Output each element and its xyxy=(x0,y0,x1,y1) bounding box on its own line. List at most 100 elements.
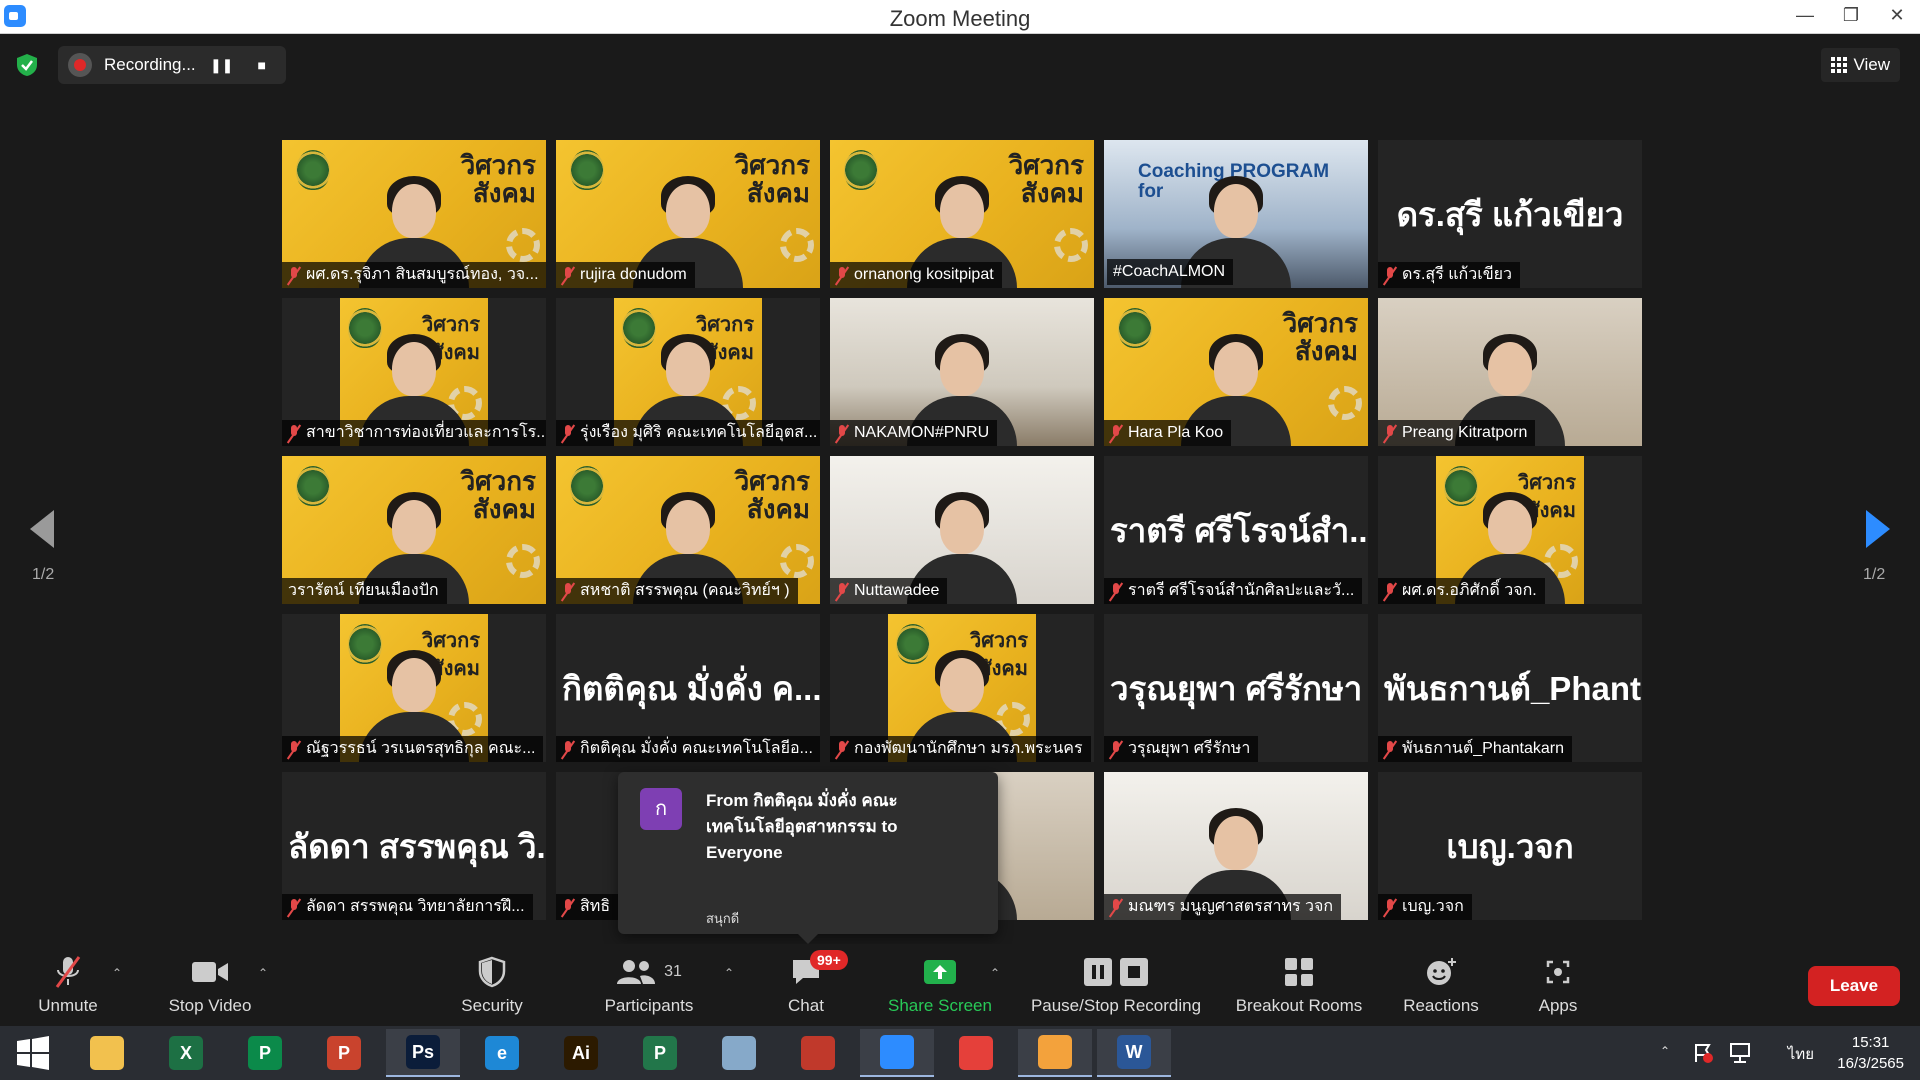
participant-tile[interactable]: วรุณยุพา ศรีรักษา วรุณยุพา ศรีรักษา xyxy=(1104,614,1368,762)
windows-start-button[interactable] xyxy=(0,1029,66,1077)
apps-icon xyxy=(1546,960,1570,984)
participant-tile[interactable]: ราตรี ศรีโรจน์สำ... ราตรี ศรีโรจน์สำนักศิ… xyxy=(1104,456,1368,604)
slides-icon xyxy=(1038,1035,1072,1069)
taskbar-app[interactable] xyxy=(939,1029,1013,1077)
pause-recording-icon[interactable]: ❚❚ xyxy=(208,57,236,74)
taskbar-app[interactable]: Ai xyxy=(544,1029,618,1077)
network-icon[interactable] xyxy=(1728,1042,1752,1064)
unmute-button[interactable]: Unmute xyxy=(24,952,112,1022)
input-language-indicator[interactable]: ไทย xyxy=(1788,1042,1814,1066)
project-icon: P xyxy=(643,1036,677,1070)
taskbar-app[interactable]: W xyxy=(1097,1029,1171,1077)
leave-meeting-button[interactable]: Leave xyxy=(1808,966,1900,1006)
participant-name: เบญ.วจก xyxy=(1402,898,1464,915)
taskbar-app[interactable] xyxy=(1018,1029,1092,1077)
clock-date: 16/3/2565 xyxy=(1837,1055,1904,1072)
security-button[interactable]: Security xyxy=(452,952,532,1022)
close-button[interactable]: ✕ xyxy=(1874,0,1920,33)
participant-name: มณฑร มนูญศาสตรสาทร วจก xyxy=(1128,898,1334,915)
taskbar-app[interactable]: P xyxy=(623,1029,697,1077)
participant-tile[interactable]: เบญ.วจก เบญ.วจก xyxy=(1378,772,1642,920)
stop-video-button[interactable]: Stop Video xyxy=(160,952,260,1022)
participant-name-tag: เบญ.วจก xyxy=(1378,894,1472,920)
minimize-button[interactable]: — xyxy=(1782,0,1828,33)
chat-notification-popup[interactable]: ก From กิตติคุณ มั่งคั่ง คณะเทคโนโลยีอุต… xyxy=(618,772,998,944)
taskbar-app[interactable] xyxy=(860,1029,934,1077)
page-indicator-right: 1/2 xyxy=(1863,566,1886,583)
pause-stop-recording-button[interactable]: Pause/Stop Recording xyxy=(1022,952,1210,1022)
participant-tile[interactable]: Coaching PROGRAM for #CoachALMON xyxy=(1104,140,1368,288)
taskbar-app[interactable] xyxy=(781,1029,855,1077)
participants-button[interactable]: 31 Participants xyxy=(596,952,702,1022)
zoom-icon xyxy=(880,1035,914,1069)
view-button[interactable]: View xyxy=(1821,48,1900,82)
mic-muted-icon xyxy=(562,898,574,916)
participant-name-tag: ณัฐวรรธน์ วรเนตรสุทธิกุล คณะ... xyxy=(282,736,544,762)
restore-button[interactable]: ❐ xyxy=(1828,0,1874,33)
meeting-info-bar: Recording... ❚❚ ■ xyxy=(14,46,286,84)
taskbar-clock[interactable]: 15:31 16/3/2565 xyxy=(1837,1032,1904,1074)
show-hidden-icons-caret-icon[interactable]: ⌃ xyxy=(1660,1044,1670,1058)
gear-decoration-icon xyxy=(1054,228,1088,262)
participant-tile[interactable]: วิศวกร สังคม วรารัตน์ เทียนเมืองปัก xyxy=(282,456,546,604)
share-screen-button[interactable]: Share Screen xyxy=(880,952,1000,1022)
taskbar-app[interactable]: P xyxy=(228,1029,302,1077)
taskbar-app[interactable]: e xyxy=(465,1029,539,1077)
chat-sender-avatar: ก xyxy=(640,788,682,830)
chat-label: Chat xyxy=(788,996,824,1015)
share-options-caret-icon[interactable]: ⌃ xyxy=(990,966,1000,980)
university-crest-icon xyxy=(1118,308,1152,348)
participant-tile[interactable]: วิศวกร สังคม ผศ.ดร.รุจิภา สินสมบูรณ์ทอง, … xyxy=(282,140,546,288)
university-crest-icon xyxy=(296,150,330,190)
participant-tile[interactable]: วิศวกร สังคม ผศ.ดร.อภิศักดิ์ วจก. xyxy=(1378,456,1642,604)
video-options-caret-icon[interactable]: ⌃ xyxy=(258,966,268,980)
taskbar-app[interactable]: P xyxy=(307,1029,381,1077)
breakout-rooms-button[interactable]: Breakout Rooms xyxy=(1230,952,1368,1022)
mic-muted-icon xyxy=(1110,898,1122,916)
participant-tile[interactable]: กิตติคุณ มั่งคั่ง ค... กิตติคุณ มั่งคั่ง … xyxy=(556,614,820,762)
stop-recording-icon[interactable]: ■ xyxy=(248,57,276,73)
participant-name: รุ่งเรือง มุศิริ คณะเทคโนโลยีอุตส... xyxy=(580,424,818,441)
previous-page-arrow-icon[interactable] xyxy=(22,504,62,554)
participant-tile[interactable]: ดร.สุรี แก้วเขียว ดร.สุรี แก้วเขียว xyxy=(1378,140,1642,288)
participant-tile[interactable]: พันธกานต์_Phant... พันธกานต์_Phantakarn xyxy=(1378,614,1642,762)
taskbar-app[interactable] xyxy=(702,1029,776,1077)
action-center-flag-icon[interactable] xyxy=(1692,1042,1714,1064)
participant-display-name: ลัดดา สรรพคุณ วิ... xyxy=(288,828,546,865)
participant-tile[interactable]: Preang Kitratporn xyxy=(1378,298,1642,446)
participant-tile[interactable]: ลัดดา สรรพคุณ วิ... ลัดดา สรรพคุณ วิทยาลั… xyxy=(282,772,546,920)
participant-tile[interactable]: มณฑร มนูญศาสตรสาทร วจก xyxy=(1104,772,1368,920)
mic-muted-icon xyxy=(562,266,574,284)
participant-tile[interactable]: วิศวกร สังคม rujira donudom xyxy=(556,140,820,288)
participant-tile[interactable]: วิศวกร สังคม Hara Pla Koo xyxy=(1104,298,1368,446)
participant-display-name: พันธกานต์_Phant... xyxy=(1384,670,1642,707)
reactions-button[interactable]: Reactions xyxy=(1396,952,1486,1022)
taskbar-app[interactable]: Ps xyxy=(386,1029,460,1077)
participant-name-tag: มณฑร มนูญศาสตรสาทร วจก xyxy=(1104,894,1342,920)
mic-muted-icon xyxy=(1384,582,1396,600)
apps-button[interactable]: Apps xyxy=(1528,952,1588,1022)
participant-tile[interactable]: วิศวกร สังคม ornanong kositpipat xyxy=(830,140,1094,288)
participant-tile[interactable]: วิศวกร สังคม รุ่งเรือง มุศิริ คณะเทคโนโลย… xyxy=(556,298,820,446)
taskbar-app[interactable] xyxy=(70,1029,144,1077)
audio-options-caret-icon[interactable]: ⌃ xyxy=(112,966,122,980)
participant-name: Nuttawadee xyxy=(854,582,940,599)
participant-tile[interactable]: วิศวกร สังคม กองพัฒนานักศึกษา มรภ.พระนคร xyxy=(830,614,1094,762)
mic-muted-icon xyxy=(1384,898,1396,916)
participant-tile[interactable]: NAKAMON#PNRU xyxy=(830,298,1094,446)
participant-tile[interactable]: วิศวกร สังคม ณัฐวรรธน์ วรเนตรสุทธิกุล คณะ… xyxy=(282,614,546,762)
participant-tile[interactable]: วิศวกร สังคม สาขาวิชาการท่องเที่ยวและการโ… xyxy=(282,298,546,446)
participants-label: Participants xyxy=(604,996,694,1015)
next-page-arrow-icon[interactable] xyxy=(1858,504,1898,554)
participant-tile[interactable]: Nuttawadee xyxy=(830,456,1094,604)
participant-tile[interactable]: วิศวกร สังคม สหชาติ สรรพคุณ (คณะวิทย์ฯ ) xyxy=(556,456,820,604)
unmute-label: Unmute xyxy=(38,996,98,1015)
taskbar-app[interactable]: X xyxy=(149,1029,223,1077)
share-screen-label: Share Screen xyxy=(888,996,992,1015)
participants-options-caret-icon[interactable]: ⌃ xyxy=(724,966,734,980)
mic-muted-icon xyxy=(1384,266,1396,284)
word-icon: W xyxy=(1117,1035,1151,1069)
encryption-shield-icon[interactable] xyxy=(14,52,40,78)
gear-decoration-icon xyxy=(1328,386,1362,420)
mic-muted-icon xyxy=(836,582,848,600)
